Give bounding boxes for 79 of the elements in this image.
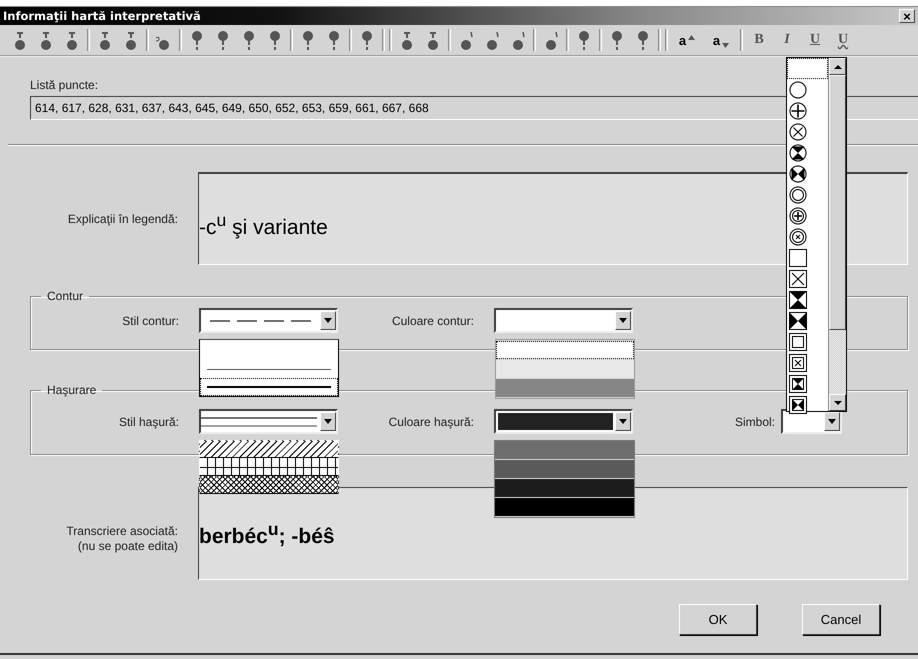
legend-text: -c$^{u}$ şi variante bbox=[199, 210, 328, 240]
format-button[interactable]: B bbox=[745, 27, 773, 53]
transcription-text: berbéc$^{u}$; -béŝ bbox=[199, 518, 335, 548]
field-label: Explicaţii în legendă: bbox=[66, 212, 178, 226]
format-button[interactable]: I bbox=[773, 27, 801, 53]
symbol-icon bbox=[789, 80, 807, 98]
format-button[interactable]: U bbox=[801, 27, 829, 53]
color-option[interactable] bbox=[495, 498, 634, 516]
symbol-icon bbox=[789, 186, 807, 204]
marked-dot-icon bbox=[267, 29, 283, 51]
hatch-style-dropdown[interactable] bbox=[199, 409, 338, 434]
symbol-icon bbox=[789, 102, 807, 120]
color-option[interactable] bbox=[496, 379, 634, 397]
marked-dot-icon bbox=[484, 29, 500, 51]
color-dropdown[interactable] bbox=[494, 308, 633, 333]
marked-dot-icon bbox=[543, 29, 559, 51]
field-label: Simbol: bbox=[734, 414, 775, 428]
marked-dot-icon bbox=[241, 29, 257, 51]
triangle-icon bbox=[722, 42, 730, 48]
symbol-icon bbox=[789, 290, 807, 308]
marked-dot-icon bbox=[123, 29, 139, 51]
scrollbar[interactable] bbox=[828, 58, 846, 411]
marked-dot-icon bbox=[38, 29, 54, 51]
script-button[interactable]: a bbox=[670, 27, 704, 53]
field-note: (nu se poate edita) bbox=[78, 538, 178, 554]
hatch-pattern-option[interactable] bbox=[199, 458, 339, 476]
script-button[interactable]: a bbox=[704, 27, 738, 53]
marked-dot-icon bbox=[359, 29, 375, 51]
symbol-icon bbox=[789, 312, 807, 330]
color-option[interactable] bbox=[496, 341, 634, 359]
symbol-icon bbox=[789, 248, 807, 266]
triangle-icon bbox=[688, 34, 696, 40]
symbol-icon bbox=[789, 228, 807, 246]
symbol-icon bbox=[789, 354, 807, 372]
color-option[interactable] bbox=[495, 441, 634, 459]
dialog-button[interactable]: OK bbox=[679, 604, 757, 635]
line-style-dropdown[interactable] bbox=[199, 308, 338, 333]
points-field[interactable]: 614, 617, 628, 631, 637, 643, 645, 649, 650, 652, 653, 659, 661, 667, 668 bbox=[30, 96, 918, 120]
symbol-option[interactable] bbox=[787, 58, 828, 79]
symbol-icon bbox=[789, 122, 807, 140]
marked-dot-icon bbox=[189, 29, 205, 51]
marked-dot-icon bbox=[64, 29, 80, 51]
symbol-icon bbox=[789, 164, 807, 182]
field-label: Stil contur: bbox=[121, 314, 179, 328]
color-dropdown[interactable] bbox=[494, 409, 633, 434]
marked-dot-icon bbox=[12, 29, 28, 51]
marked-dot-icon bbox=[215, 29, 231, 51]
symbol-icon bbox=[789, 144, 807, 162]
marked-dot-icon bbox=[300, 29, 316, 51]
format-button[interactable]: U bbox=[829, 27, 857, 53]
hatch-pattern-option[interactable] bbox=[199, 440, 339, 458]
window-title: Informaţii hartă interpretativă bbox=[3, 9, 201, 23]
symbol-icon bbox=[789, 332, 807, 350]
marked-dot-icon bbox=[97, 29, 113, 51]
field-label: Listă puncte: bbox=[30, 78, 98, 92]
legend-text-field[interactable]: -c$^{u}$ şi variante bbox=[198, 172, 908, 265]
symbol-icon bbox=[789, 270, 807, 288]
color-option[interactable] bbox=[495, 460, 634, 478]
marked-dot-icon bbox=[510, 29, 526, 51]
color-option[interactable] bbox=[496, 360, 634, 378]
marked-dot-icon bbox=[576, 29, 592, 51]
marked-dot-icon bbox=[635, 29, 651, 51]
group-title: Haşurare bbox=[46, 383, 98, 397]
field-label: Transcriere asociată: bbox=[66, 524, 178, 538]
line-style-option[interactable] bbox=[200, 378, 338, 396]
marked-dot-icon bbox=[458, 29, 474, 51]
field-label: Culoare haşură: bbox=[388, 414, 474, 428]
marked-dot-icon bbox=[425, 29, 441, 51]
field-label: Stil haşură: bbox=[118, 414, 179, 428]
marked-dot-icon bbox=[326, 29, 342, 51]
field-label: Culoare contur: bbox=[390, 314, 474, 328]
marked-dot-icon bbox=[609, 29, 625, 51]
dialog-button[interactable]: Cancel bbox=[802, 604, 880, 635]
group-title: Contur bbox=[46, 289, 84, 303]
close-button[interactable]: × bbox=[899, 9, 915, 23]
symbol-icon bbox=[789, 206, 807, 224]
symbol-icon bbox=[789, 374, 807, 392]
color-option[interactable] bbox=[495, 479, 634, 497]
marked-dot-icon bbox=[399, 29, 415, 51]
